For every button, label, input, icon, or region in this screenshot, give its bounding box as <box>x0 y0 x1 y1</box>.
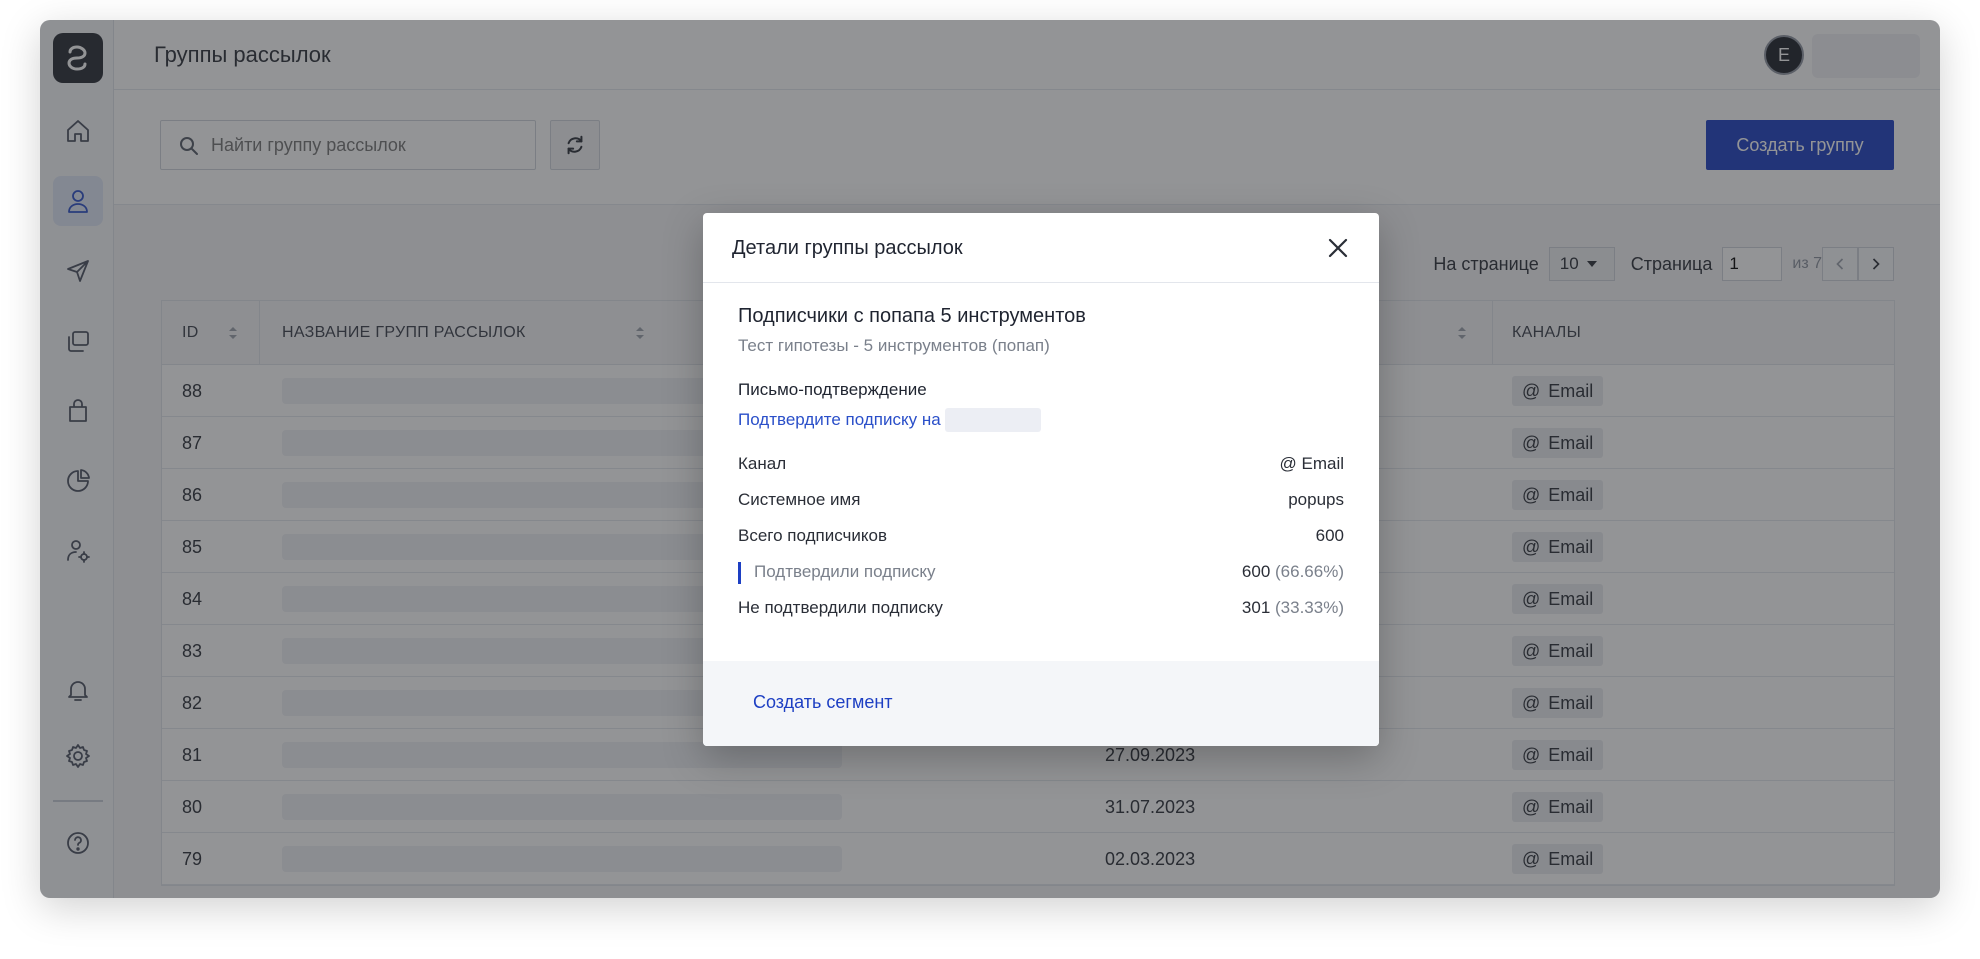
detail-value: @ Email <box>1280 454 1345 474</box>
confirm-link-text: Подтвердите подписку на <box>738 410 941 429</box>
detail-key: Подтвердили подписку <box>738 562 935 584</box>
detail-total: Всего подписчиков 600 <box>738 518 1344 554</box>
detail-value: popups <box>1288 490 1344 509</box>
channel-value: Email <box>1301 454 1344 473</box>
confirm-email-link[interactable]: Подтвердите подписку на <box>738 408 1344 432</box>
detail-key: Канал <box>738 454 787 473</box>
modal-footer: Создать сегмент <box>703 661 1379 746</box>
detail-value: 600 <box>1315 526 1344 545</box>
app-window: Группы рассылок E Создать группу На стра… <box>40 20 1940 898</box>
detail-confirmed: Подтвердили подписку 600 (66.66%) <box>738 554 1344 590</box>
close-icon[interactable] <box>1325 235 1351 261</box>
detail-system-name: Системное имя popups <box>738 482 1344 518</box>
unconfirmed-percent: (33.33%) <box>1275 598 1344 617</box>
group-details-modal: Детали группы рассылок Подписчики с попа… <box>703 213 1379 746</box>
modal-title: Детали группы рассылок <box>732 237 963 259</box>
confirmed-percent: (66.66%) <box>1275 562 1344 581</box>
detail-key: Всего подписчиков <box>738 526 887 545</box>
unconfirmed-count: 301 <box>1241 598 1271 617</box>
details-list: Канал @ Email Системное имя popups Всего… <box>738 446 1344 626</box>
detail-value: 301 (33.33%) <box>1242 598 1344 618</box>
detail-unconfirmed: Не подтвердили подписку 301 (33.33%) <box>738 590 1344 626</box>
modal-header: Детали группы рассылок <box>703 213 1379 283</box>
at-icon: @ <box>1279 454 1302 473</box>
group-description: Тест гипотезы - 5 инструментов (попап) <box>738 336 1050 355</box>
detail-value: 600 (66.66%) <box>1242 562 1344 582</box>
modal-body: Подписчики с попапа 5 инструментов Тест … <box>738 283 1344 626</box>
confirm-section-label: Письмо-подтверждение <box>738 380 927 399</box>
group-name: Подписчики с попапа 5 инструментов <box>738 305 1086 327</box>
detail-channel: Канал @ Email <box>738 446 1344 482</box>
confirm-link-redacted <box>944 408 1041 432</box>
create-segment-button[interactable]: Создать сегмент <box>753 692 893 713</box>
detail-key: Не подтвердили подписку <box>738 598 943 617</box>
detail-key: Системное имя <box>738 490 861 509</box>
confirmed-count: 600 <box>1241 562 1271 581</box>
